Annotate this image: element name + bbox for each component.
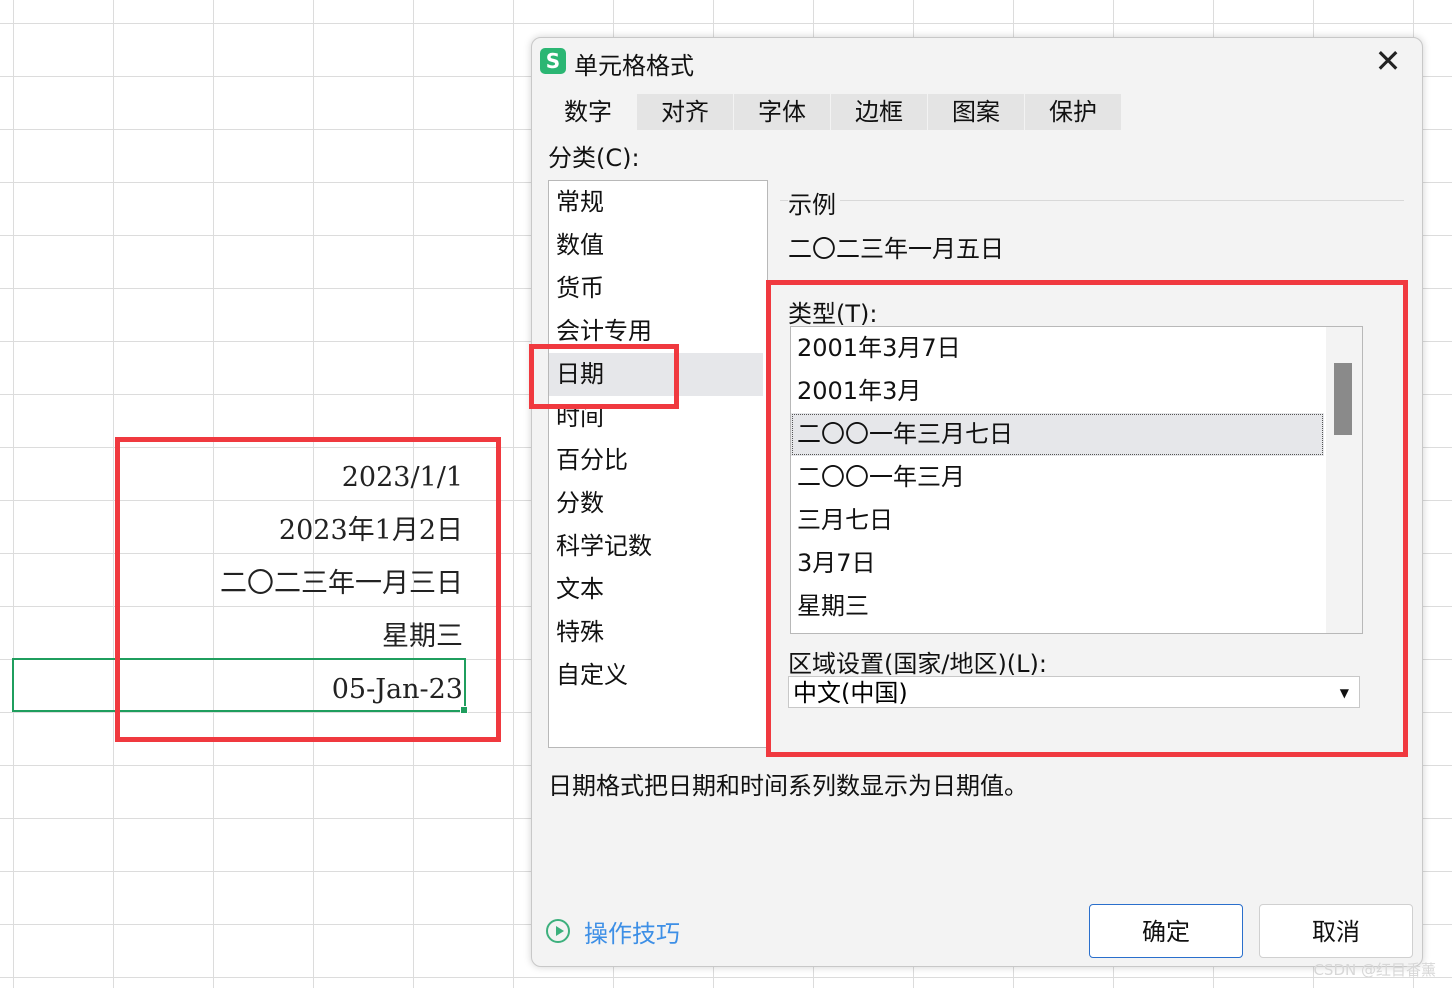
- category-item-general[interactable]: 常规: [549, 181, 767, 224]
- category-item-currency[interactable]: 货币: [549, 267, 767, 310]
- format-cells-dialog: S 单元格格式 ✕ 数字 对齐 字体 边框 图案 保护 分类(C): 常规 数值…: [531, 37, 1423, 967]
- category-item-time[interactable]: 时间: [549, 396, 767, 439]
- type-label: 类型(T):: [788, 300, 878, 328]
- tab-font[interactable]: 字体: [734, 94, 831, 130]
- tab-alignment[interactable]: 对齐: [637, 94, 734, 130]
- category-item-date[interactable]: 日期: [549, 353, 763, 396]
- category-item-fraction[interactable]: 分数: [549, 482, 767, 525]
- category-item-custom[interactable]: 自定义: [549, 654, 767, 697]
- chevron-down-icon: ▼: [1339, 686, 1349, 700]
- category-item-number[interactable]: 数值: [549, 224, 767, 267]
- region-select-value: 中文(中国): [793, 679, 908, 707]
- region-label: 区域设置(国家/地区)(L):: [788, 650, 1047, 678]
- category-item-special[interactable]: 特殊: [549, 611, 767, 654]
- type-item[interactable]: 2001年3月: [791, 370, 1362, 413]
- tab-bar: 数字 对齐 字体 边框 图案 保护: [540, 94, 1122, 130]
- active-cell-cursor: [12, 658, 468, 714]
- cancel-button[interactable]: 取消: [1259, 904, 1413, 958]
- scrollbar-thumb[interactable]: [1334, 363, 1352, 435]
- type-item[interactable]: 三月七日: [791, 499, 1362, 542]
- tab-pattern[interactable]: 图案: [928, 94, 1025, 130]
- close-icon[interactable]: ✕: [1372, 45, 1404, 78]
- number-tab-panel: 分类(C): 常规 数值 货币 会计专用 日期 时间 百分比 分数 科学记数 文…: [540, 130, 1416, 888]
- sample-value: 二〇二三年一月五日: [788, 235, 1004, 263]
- tab-number[interactable]: 数字: [540, 94, 637, 130]
- cell-date-slash[interactable]: 2023/1/1: [13, 451, 463, 504]
- sample-label: 示例: [788, 185, 840, 220]
- dialog-titlebar[interactable]: S 单元格格式 ✕: [532, 38, 1422, 86]
- category-list[interactable]: 常规 数值 货币 会计专用 日期 时间 百分比 分数 科学记数 文本 特殊 自定…: [548, 180, 768, 748]
- ok-button[interactable]: 确定: [1089, 904, 1243, 958]
- category-description: 日期格式把日期和时间系列数显示为日期值。: [548, 772, 1028, 800]
- cell-date-chinese-numerals[interactable]: 二〇二三年一月三日: [13, 557, 463, 610]
- type-list-scrollbar[interactable]: [1326, 327, 1362, 633]
- tab-protection[interactable]: 保护: [1025, 94, 1122, 130]
- watermark: CSDN @红目香薰: [1313, 961, 1436, 979]
- category-item-percentage[interactable]: 百分比: [549, 439, 767, 482]
- tips-link-text: 操作技巧: [584, 919, 680, 948]
- sample-group: 示例 二〇二三年一月五日: [780, 185, 1404, 289]
- type-list[interactable]: 2001年3月7日 2001年3月 二〇〇一年三月七日 二〇〇一年三月 三月七日…: [790, 326, 1363, 634]
- fill-handle[interactable]: [460, 706, 468, 714]
- type-item-selected[interactable]: 二〇〇一年三月七日: [791, 413, 1324, 456]
- category-item-accounting[interactable]: 会计专用: [549, 310, 767, 353]
- tab-border[interactable]: 边框: [831, 94, 928, 130]
- play-circle-icon: [546, 919, 570, 943]
- cell-date-chinese[interactable]: 2023年1月2日: [13, 504, 463, 557]
- category-label: 分类(C):: [548, 144, 640, 172]
- region-select[interactable]: 中文(中国) ▼: [788, 676, 1360, 708]
- category-item-scientific[interactable]: 科学记数: [549, 525, 767, 568]
- cell-weekday[interactable]: 星期三: [13, 610, 463, 663]
- tips-link[interactable]: 操作技巧: [546, 914, 680, 948]
- type-item[interactable]: 3月7日: [791, 542, 1362, 585]
- wps-app-icon: S: [540, 48, 566, 74]
- dialog-title: 单元格格式: [574, 52, 694, 80]
- type-item[interactable]: 星期三: [791, 585, 1362, 628]
- type-item[interactable]: 二〇〇一年三月: [791, 456, 1362, 499]
- category-item-text[interactable]: 文本: [549, 568, 767, 611]
- type-item[interactable]: 2001年3月7日: [791, 327, 1362, 370]
